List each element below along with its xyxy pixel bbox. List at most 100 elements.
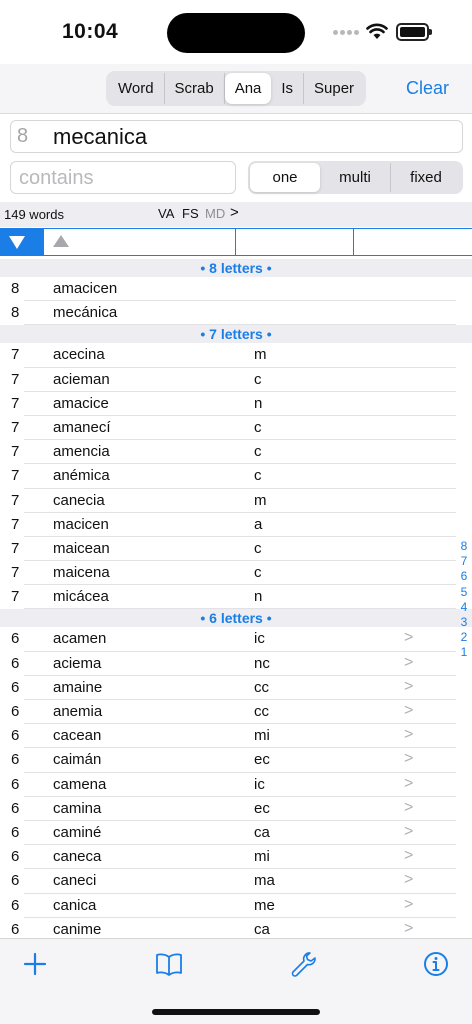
- word-text: maicean: [53, 539, 110, 557]
- missing-letters: m: [254, 491, 267, 509]
- table-row[interactable]: 6 canica me >: [0, 893, 472, 918]
- table-row[interactable]: 6 acamen ic >: [0, 627, 472, 652]
- missing-letters: c: [254, 443, 262, 461]
- word-text: cacean: [53, 727, 102, 745]
- missing-letters: mi: [254, 848, 270, 866]
- word-text: acecina: [53, 346, 105, 364]
- sort-extra-column[interactable]: [354, 229, 472, 255]
- table-row[interactable]: 7 micácea n: [0, 585, 472, 610]
- table-row[interactable]: 6 caneca mi >: [0, 845, 472, 870]
- table-row[interactable]: 8 mecánica: [0, 301, 472, 326]
- chevron-right-icon: >: [404, 653, 414, 671]
- clear-button[interactable]: Clear: [406, 78, 449, 99]
- sort-descending-icon: [9, 236, 25, 249]
- table-row[interactable]: 6 cacean mi >: [0, 724, 472, 749]
- missing-letters: ic: [254, 630, 265, 648]
- missing-letters: c: [254, 370, 262, 388]
- word-length: 6: [11, 920, 20, 938]
- word-length: 6: [11, 896, 20, 914]
- nav-bar: Word Scrab Ana Is Super Clear: [0, 64, 472, 114]
- add-icon[interactable]: [20, 949, 50, 979]
- table-row[interactable]: 7 anémica c: [0, 464, 472, 489]
- table-row[interactable]: 6 amaine cc >: [0, 675, 472, 701]
- table-row[interactable]: 7 amencia c: [0, 440, 472, 465]
- index-item[interactable]: 3: [457, 615, 471, 630]
- mode-is[interactable]: Is: [271, 73, 305, 104]
- index-item[interactable]: 4: [457, 600, 471, 615]
- word-length: 7: [11, 418, 20, 436]
- table-row[interactable]: 6 aciema nc >: [0, 651, 472, 677]
- section-index[interactable]: 87654321: [457, 539, 471, 661]
- table-row[interactable]: 6 caimán ec >: [0, 748, 472, 773]
- table-row[interactable]: 7 amacice n: [0, 391, 472, 417]
- sort-word-column[interactable]: [44, 229, 236, 255]
- table-row[interactable]: 7 maicena c: [0, 561, 472, 586]
- match-one[interactable]: one: [250, 163, 320, 192]
- word-length: 8: [11, 304, 20, 322]
- mode-word[interactable]: Word: [108, 73, 165, 104]
- word-length: 6: [11, 775, 20, 793]
- chevron-right-icon[interactable]: >: [230, 204, 239, 221]
- wrench-icon[interactable]: [288, 949, 318, 979]
- table-row[interactable]: 7 macicen a: [0, 512, 472, 538]
- table-row[interactable]: 6 camina ec >: [0, 796, 472, 822]
- word-length: 7: [11, 588, 20, 606]
- word-length: 7: [11, 515, 20, 533]
- wifi-icon: [366, 23, 388, 39]
- table-row[interactable]: 6 caneci ma >: [0, 869, 472, 894]
- match-multi[interactable]: multi: [320, 163, 391, 192]
- flag-va[interactable]: VA: [158, 206, 174, 221]
- index-item[interactable]: 5: [457, 585, 471, 600]
- word-length: 8: [17, 125, 29, 147]
- table-row[interactable]: 8 amacicen: [0, 277, 472, 302]
- word-text: aciema: [53, 654, 102, 672]
- index-item[interactable]: 8: [457, 539, 471, 554]
- sort-length-column[interactable]: [0, 229, 44, 255]
- word-length: 6: [11, 823, 20, 841]
- table-row[interactable]: 6 camena ic >: [0, 772, 472, 797]
- dynamic-island: [167, 13, 305, 53]
- mode-ana[interactable]: Ana: [224, 73, 272, 104]
- missing-letters: cc: [254, 678, 269, 696]
- table-row[interactable]: 7 maicean c: [0, 536, 472, 562]
- index-item[interactable]: 6: [457, 569, 471, 584]
- word-text: canime: [53, 920, 102, 938]
- missing-letters: mi: [254, 727, 270, 745]
- word-text: caminé: [53, 823, 102, 841]
- word-length: 6: [11, 751, 20, 769]
- word-text: anémica: [53, 467, 110, 485]
- table-row[interactable]: 6 anemia cc >: [0, 700, 472, 725]
- missing-letters: c: [254, 564, 262, 582]
- missing-letters: me: [254, 896, 275, 914]
- missing-letters: ca: [254, 823, 270, 841]
- word-length: 7: [11, 564, 20, 582]
- index-item[interactable]: 1: [457, 645, 471, 660]
- word-length: 6: [11, 654, 20, 672]
- word-text: caimán: [53, 751, 102, 769]
- word-text: macicen: [53, 515, 109, 533]
- index-item[interactable]: 2: [457, 630, 471, 645]
- word-text: mecánica: [53, 304, 118, 322]
- info-icon[interactable]: [421, 949, 451, 979]
- table-row[interactable]: 7 acieman c: [0, 367, 472, 392]
- contains-input[interactable]: contains: [10, 161, 236, 194]
- mode-super[interactable]: Super: [304, 73, 364, 104]
- sort-missing-column[interactable]: [236, 229, 354, 255]
- word-text: anemia: [53, 703, 103, 720]
- match-fixed[interactable]: fixed: [391, 163, 461, 192]
- word-input[interactable]: 8 mecanica: [10, 120, 463, 153]
- book-icon[interactable]: [154, 949, 184, 979]
- table-row[interactable]: 7 canecia m: [0, 488, 472, 513]
- flag-fs[interactable]: FS: [182, 206, 199, 221]
- missing-letters: ec: [254, 751, 270, 769]
- table-row[interactable]: 7 amanecí c: [0, 415, 472, 441]
- mode-segmented-control: Word Scrab Ana Is Super: [106, 71, 366, 106]
- flag-md[interactable]: MD: [205, 206, 225, 221]
- mode-scrab[interactable]: Scrab: [165, 73, 225, 104]
- table-row[interactable]: 7 acecina m: [0, 343, 472, 368]
- status-time: 10:04: [62, 20, 119, 43]
- table-row[interactable]: 6 caminé ca >: [0, 820, 472, 846]
- status-bar: 10:04: [0, 0, 472, 64]
- index-item[interactable]: 7: [457, 554, 471, 569]
- word-text: amacicen: [53, 280, 118, 297]
